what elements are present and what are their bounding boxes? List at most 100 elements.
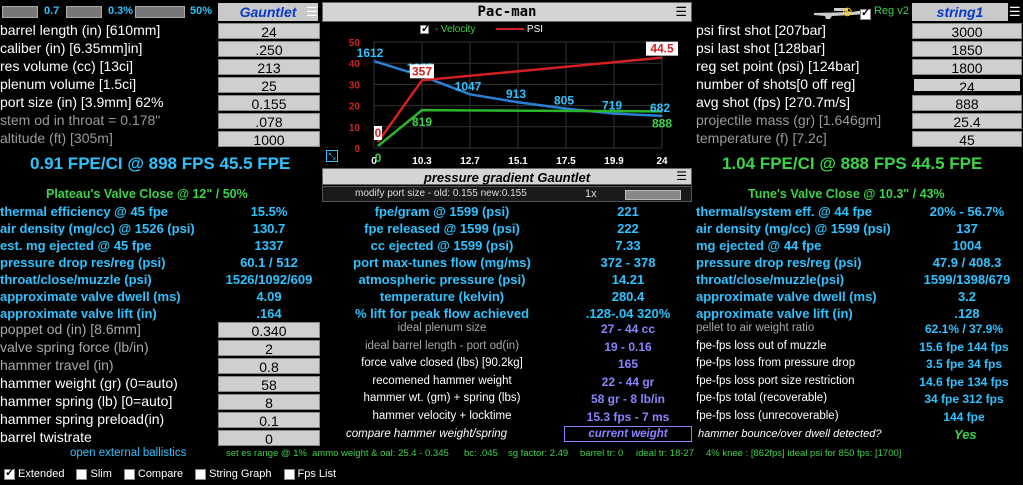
slider-2[interactable] (66, 6, 102, 18)
zoom-slider[interactable] (625, 190, 681, 200)
center-stat-value: 280.4 (611, 289, 645, 304)
center-lower-value: 58 gr - 8 lb/in (590, 392, 665, 407)
left-lower-field[interactable]: 0.1 (218, 412, 320, 429)
right-lower-label: fpe-fps total (recoverable) (696, 392, 828, 405)
center-stat-value: 14.21 (611, 272, 645, 287)
center-title: Pac-man (477, 4, 537, 20)
right-input-label: projectile mass (gr) [1.646gm] (696, 112, 882, 128)
left-title[interactable]: Gauntlet (218, 3, 318, 21)
right-lower-label: fpe-fps loss from pressure drop (696, 357, 856, 370)
checkbox-option[interactable]: Extended (4, 466, 65, 480)
checkbox-option[interactable]: Compare (123, 468, 183, 480)
center-stat-label: port max-tunes flow (mg/ms) (353, 255, 531, 270)
left-menu-icon[interactable]: ☰ (306, 4, 318, 20)
right-input-field[interactable]: 24 (912, 77, 1022, 95)
footer-row: open external ballistics set es range @ … (0, 447, 1023, 461)
right-input-field[interactable]: 3000 (912, 23, 1022, 40)
set-es-range[interactable]: set es range @ 1% (226, 448, 307, 459)
target-icon[interactable]: ⊕ (842, 4, 853, 20)
left-stat-label: approximate valve lift (in) (0, 306, 157, 321)
legend-velocity: - Velocity (434, 24, 476, 35)
left-input-label: barrel length (in) [610mm] (0, 22, 161, 38)
right-input-field[interactable]: 1850 (912, 41, 1022, 58)
checkbox-label: Fps List (297, 468, 337, 480)
left-input-label: stem od in throat = 0.178" (0, 112, 161, 128)
checkbox-label: Extended (18, 468, 65, 480)
right-lower-label: pellet to air weight ratio (696, 322, 815, 334)
gradient-menu-icon[interactable]: ☰ (676, 169, 687, 183)
left-lower-field[interactable]: 0 (218, 430, 320, 447)
left-input-field[interactable]: 1000 (218, 131, 320, 148)
checkbox-box[interactable] (283, 468, 295, 480)
checkbox-option[interactable]: Fps List (283, 468, 337, 480)
left-lower-field[interactable]: 58 (218, 376, 320, 393)
right-title[interactable]: string1 (912, 3, 1008, 21)
pressure-gradient-title: pressure gradient Gauntlet (423, 170, 591, 185)
left-stat-value: 130.7 (252, 221, 286, 236)
right-input-field[interactable]: 25.4 (912, 113, 1022, 130)
left-input-field[interactable]: 24 (218, 23, 320, 40)
right-input-field[interactable]: 888 (912, 95, 1022, 112)
left-input-label: caliber (in) [6.35mm]in] (0, 40, 143, 56)
right-input-label: temperature (f) [7.2c] (696, 130, 827, 146)
checkbox-option[interactable]: Slim (76, 468, 112, 480)
left-stat-value: .164 (256, 306, 282, 321)
checkbox-box[interactable] (195, 468, 207, 480)
right-stat-label: thermal/system eff. @ 44 fpe (696, 204, 872, 219)
velocity-data-label: 682 (650, 101, 670, 115)
right-stat-value: .128 (954, 306, 980, 321)
compare-label: compare hammer weight/spring (346, 428, 508, 440)
right-stat-value: 47.9 / 408.3 (932, 255, 1002, 270)
right-stat-label: throat/close/muzzle(psi) (696, 272, 845, 287)
checkbox-box[interactable] (76, 468, 88, 480)
barrel-tr-info: barrel tr: 0 (580, 448, 624, 459)
left-input-field[interactable]: .250 (218, 41, 320, 58)
top-left-controls: 0.7 0.3% 50% (0, 4, 215, 20)
center-menu-icon[interactable]: ☰ (675, 4, 687, 20)
slider-1[interactable] (2, 6, 38, 18)
legend-psi-swatch (496, 28, 525, 31)
left-input-field[interactable]: 213 (218, 59, 320, 76)
left-lower-field[interactable]: 0.8 (218, 358, 320, 375)
compare-button[interactable]: current weight (564, 426, 692, 442)
left-lower-field[interactable]: 0.340 (218, 322, 320, 339)
left-input-label: res volume (cc) [13ci] (0, 58, 134, 74)
right-input-field[interactable]: 1800 (912, 59, 1022, 76)
external-ballistics-link[interactable]: open external ballistics (70, 447, 186, 459)
left-lower-field[interactable]: 8 (218, 394, 320, 411)
left-stat-value: 15.5% (250, 204, 288, 219)
pressure-gradient-bar[interactable]: pressure gradient Gauntlet ☰ (322, 168, 692, 185)
velocity-data-label: 1612 (357, 46, 384, 60)
checkbox-row: Extended Slim Compare String Graph Fps List (4, 464, 348, 480)
left-input-field[interactable]: 0.155 (218, 95, 320, 112)
slider-3[interactable] (135, 6, 185, 18)
psi-data-label: 357 (412, 64, 432, 78)
right-menu-icon[interactable]: ☰ (1009, 4, 1021, 20)
right-stat-value: 1599/1398/679 (923, 272, 1011, 287)
velocity-data-label: 1047 (455, 79, 482, 93)
y-tick-label: 40 (349, 59, 361, 70)
checkbox-box[interactable] (4, 466, 15, 480)
fpe-left: 0.91 FPE/CI @ 898 FPS 45.5 FPE (30, 154, 291, 173)
checkbox-option[interactable]: String Graph (195, 468, 272, 480)
center-lower-value: 165 (617, 357, 639, 372)
x-tick-label: 15.1 (508, 156, 528, 167)
left-input-field[interactable]: 25 (218, 77, 320, 94)
modify-port-label[interactable]: modify port size - old: 0.155 new:0.155 (355, 188, 527, 199)
velocity-checkbox[interactable] (420, 22, 430, 35)
center-lower-value: 22 - 44 gr (601, 374, 655, 389)
reg-checkbox[interactable] (860, 6, 871, 21)
left-lower-field[interactable]: 2 (218, 340, 320, 357)
center-stat-label: fpe/gram @ 1599 (psi) (374, 204, 510, 219)
modify-port-row: modify port size - old: 0.155 new:0.155 … (322, 186, 692, 202)
right-stat-label: approximate valve dwell (ms) (696, 289, 877, 304)
checkbox-box[interactable] (123, 468, 135, 480)
right-input-field[interactable]: 45 (912, 131, 1022, 148)
right-input-label: psi first shot [207bar] (696, 22, 826, 38)
plateau-left: Plateau's Valve Close @ 12" / 50% (46, 187, 248, 201)
left-input-field[interactable]: .078 (218, 113, 320, 130)
expand-icon[interactable]: ⤡ (326, 150, 338, 162)
zoom-label[interactable]: 1x (585, 188, 597, 200)
x-tick-label: 17.5 (556, 156, 576, 167)
x-tick-label: 19.9 (604, 156, 624, 167)
